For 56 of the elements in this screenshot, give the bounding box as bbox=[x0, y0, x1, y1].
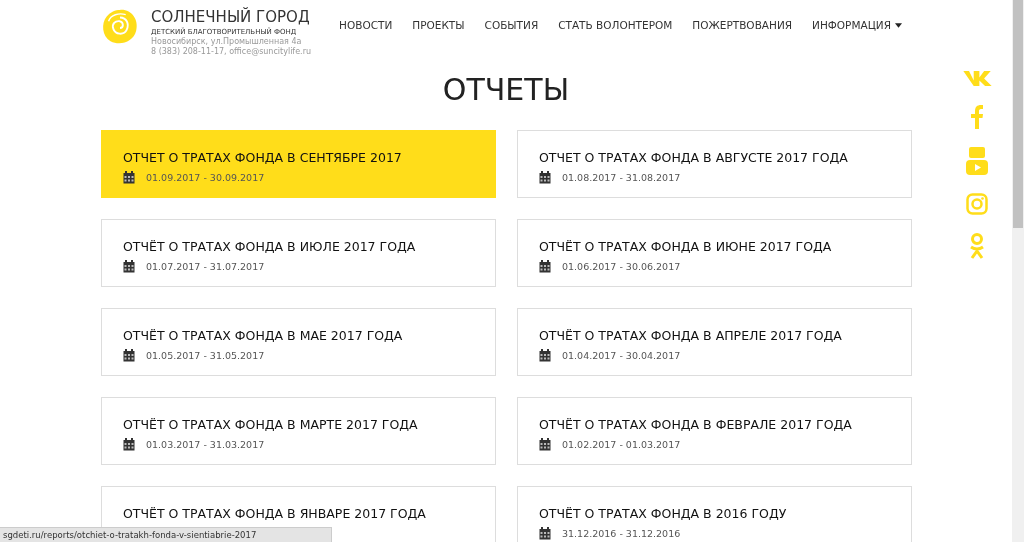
caret-icon bbox=[895, 22, 902, 28]
report-card[interactable]: ОТЧЁТ О ТРАТАХ ФОНДА В ИЮНЕ 2017 ГОДА 01.06.2017 - 30.06.2017 bbox=[517, 219, 912, 287]
report-card[interactable]: ОТЧЁТ О ТРАТАХ ФОНДА В АПРЕЛЕ 2017 ГОДА 01.04.2017 - 30.04.2017 bbox=[517, 308, 912, 376]
report-card[interactable]: ОТЧЁТ О ТРАТАХ ФОНДА В МАРТЕ 2017 ГОДА 01.03.2017 - 31.03.2017 bbox=[101, 397, 496, 465]
facebook-icon[interactable] bbox=[971, 105, 983, 129]
date-range: 01.03.2017 - 31.03.2017 bbox=[146, 439, 265, 450]
report-card[interactable]: ОТЧЁТ О ТРАТАХ ФОНДА В ИЮЛЕ 2017 ГОДА 01.07.2017 - 31.07.2017 bbox=[101, 219, 496, 287]
page-title: ОТЧЕТЫ bbox=[442, 71, 570, 108]
report-title[interactable]: ОТЧЁТ О ТРАТАХ ФОНДА В МАРТЕ 2017 ГОДА bbox=[123, 417, 495, 432]
nav-link[interactable]: ИНФОРМАЦИЯ bbox=[812, 19, 902, 31]
report-title[interactable]: ОТЧЁТ О ТРАТАХ ФОНДА В ФЕВРАЛЕ 2017 ГОДА bbox=[539, 417, 911, 432]
contacts-text: 8 (383) 208-11-17, office@suncitylife.ru bbox=[151, 47, 311, 57]
brand-name[interactable]: СОЛНЕЧНЫЙ ГОРОД bbox=[151, 7, 311, 27]
video-logo-icon[interactable] bbox=[966, 147, 988, 175]
report-card[interactable]: ОТЧЕТ О ТРАТАХ ФОНДА В СЕНТЯБРЕ 2017 01.09.2017 - 30.09.2017 bbox=[101, 130, 496, 198]
calendar-icon bbox=[123, 349, 135, 362]
status-bar-url: sgdeti.ru/reports/otchiet-o-tratakh-fonda-v-sientiabrie-2017 bbox=[0, 527, 332, 542]
report-title[interactable]: ОТЧЁТ О ТРАТАХ ФОНДА В ИЮНЕ 2017 ГОДА bbox=[539, 239, 911, 254]
date-range: 01.02.2017 - 01.03.2017 bbox=[562, 439, 681, 450]
date-range: 01.08.2017 - 31.08.2017 bbox=[562, 172, 681, 183]
scrollbar-thumb[interactable] bbox=[1013, 0, 1023, 228]
nav-link[interactable]: ПОЖЕРТВОВАНИЯ bbox=[692, 19, 793, 31]
report-title[interactable]: ОТЧЁТ О ТРАТАХ ФОНДА В ИЮЛЕ 2017 ГОДА bbox=[123, 239, 495, 254]
calendar-icon bbox=[123, 438, 135, 451]
odnoklassniki-icon[interactable] bbox=[969, 233, 985, 259]
address-text: Новосибирск, ул.Промышленная 4а bbox=[151, 37, 303, 47]
calendar-icon bbox=[539, 349, 551, 362]
report-title[interactable]: ОТЧЁТ О ТРАТАХ ФОНДА В ЯНВАРЕ 2017 ГОДА bbox=[123, 506, 495, 521]
calendar-icon bbox=[123, 260, 135, 273]
calendar-icon bbox=[539, 171, 551, 184]
report-title[interactable]: ОТЧЁТ О ТРАТАХ ФОНДА В АПРЕЛЕ 2017 ГОДА bbox=[539, 328, 911, 343]
calendar-icon bbox=[539, 260, 551, 273]
scrollbar[interactable] bbox=[1012, 0, 1024, 542]
nav-link[interactable]: ПРОЕКТЫ bbox=[412, 19, 465, 31]
report-card[interactable]: ОТЧЕТ О ТРАТАХ ФОНДА В АВГУСТЕ 2017 ГОДА 01.08.2017 - 31.08.2017 bbox=[517, 130, 912, 198]
date-range: 01.04.2017 - 30.04.2017 bbox=[562, 350, 681, 361]
date-range: 01.05.2017 - 31.05.2017 bbox=[146, 350, 265, 361]
vk-icon[interactable] bbox=[962, 70, 992, 87]
nav-link[interactable]: НОВОСТИ bbox=[339, 19, 393, 31]
report-title[interactable]: ОТЧЕТ О ТРАТАХ ФОНДА В АВГУСТЕ 2017 ГОДА bbox=[539, 150, 911, 165]
calendar-icon bbox=[539, 438, 551, 451]
calendar-icon bbox=[539, 527, 551, 540]
date-range: 31.12.2016 - 31.12.2016 bbox=[562, 528, 681, 539]
report-card[interactable]: ОТЧЁТ О ТРАТАХ ФОНДА В МАЕ 2017 ГОДА 01.05.2017 - 31.05.2017 bbox=[101, 308, 496, 376]
date-range: 01.06.2017 - 30.06.2017 bbox=[562, 261, 681, 272]
report-title[interactable]: ОТЧЁТ О ТРАТАХ ФОНДА В МАЕ 2017 ГОДА bbox=[123, 328, 495, 343]
report-title[interactable]: ОТЧЕТ О ТРАТАХ ФОНДА В СЕНТЯБРЕ 2017 bbox=[123, 150, 495, 165]
report-title[interactable]: ОТЧЁТ О ТРАТАХ ФОНДА В 2016 ГОДУ bbox=[539, 506, 911, 521]
instagram-icon[interactable] bbox=[966, 193, 988, 215]
report-card[interactable]: ОТЧЁТ О ТРАТАХ ФОНДА В ФЕВРАЛЕ 2017 ГОДА 01.02.2017 - 01.03.2017 bbox=[517, 397, 912, 465]
nav-link[interactable]: СОБЫТИЯ bbox=[484, 19, 539, 31]
nav-link[interactable]: СТАТЬ ВОЛОНТЕРОМ bbox=[558, 19, 673, 31]
date-range: 01.07.2017 - 31.07.2017 bbox=[146, 261, 265, 272]
calendar-icon bbox=[123, 171, 135, 184]
report-card[interactable]: ОТЧЁТ О ТРАТАХ ФОНДА В 2016 ГОДУ 31.12.2016 - 31.12.2016 bbox=[517, 486, 912, 542]
date-range: 01.09.2017 - 30.09.2017 bbox=[146, 172, 265, 183]
